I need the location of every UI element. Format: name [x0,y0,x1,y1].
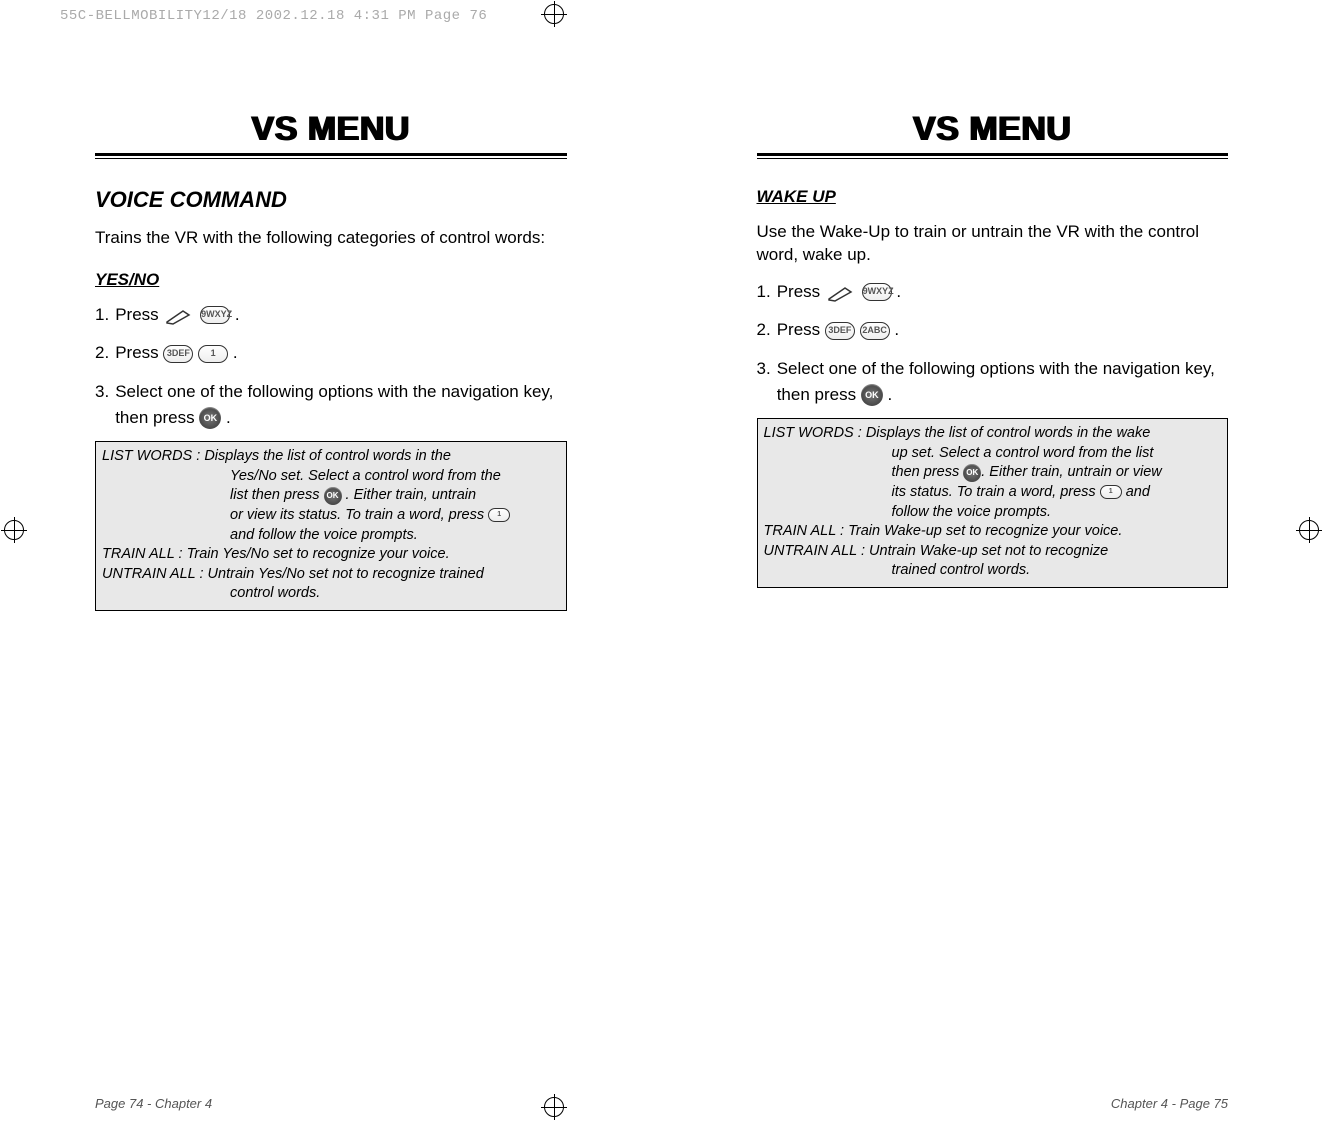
info-box: LIST WORDS : Displays the list of contro… [95,441,567,611]
divider [95,153,567,156]
text: and follow the voice prompts. [102,526,560,546]
page-footer: Chapter 4 - Page 75 [1111,1096,1228,1111]
divider [757,153,1229,156]
text: control words. [102,584,560,604]
keypad-2-icon: 2ABC [860,322,890,340]
step-text: Press [777,282,820,301]
label: LIST WORDS : [102,448,200,464]
text: follow the voice prompts. [764,503,1222,523]
ok-button-icon: OK [199,407,221,429]
keypad-1-icon: 1 [1100,485,1122,499]
text: and [1122,484,1150,500]
step-1: 1. Press 9WXYZ . [757,279,1229,305]
text: Yes/No set. Select a control word from t… [102,467,560,487]
slug-line: 55C-BELLMOBILITY12/18 2002.12.18 4:31 PM… [60,8,487,24]
text-row: then press OK. Either train, untrain or … [764,463,1222,483]
divider [95,158,567,159]
ok-button-icon: OK [324,487,342,505]
period: . [896,282,901,301]
train-all-row: TRAIN ALL : Train Wake-up set to recogni… [764,522,1222,542]
step-text: Press [115,305,158,324]
subsection-heading: WAKE UP [757,187,1229,207]
step-2: 2. Press 3DEF 2ABC . [757,317,1229,343]
period: . [235,305,240,324]
keypad-9-icon: 9WXYZ [200,306,230,324]
page-title: VS MENU [757,110,1229,149]
pencil-icon [165,307,193,323]
keypad-1-icon: 1 [488,508,510,522]
ok-button-icon: OK [963,464,981,482]
keypad-3-icon: 3DEF [825,322,855,340]
text: . Either train, untrain [342,487,477,503]
step-number: 1. [95,302,109,328]
page-title: VS MENU [95,110,567,149]
step-3: 3. Select one of the following options w… [95,379,567,432]
ok-button-icon: OK [861,384,883,406]
text-row: its status. To train a word, press 1 and [764,483,1222,503]
untrain-all-row: UNTRAIN ALL : Untrain Yes/No set not to … [102,565,560,585]
page-footer: Page 74 - Chapter 4 [95,1096,212,1111]
keypad-1-icon: 1 [198,345,228,363]
step-number: 3. [757,356,771,382]
step-1: 1. Press 9WXYZ . [95,302,567,328]
intro-text: Use the Wake-Up to train or untrain the … [757,221,1229,267]
text: or view its status. To train a word, pre… [230,507,488,523]
intro-text: Trains the VR with the following categor… [95,227,567,250]
text-row: or view its status. To train a word, pre… [102,506,560,526]
period: . [226,408,231,427]
text: . Either train, untrain or view [981,464,1162,480]
text: Displays the list of control words in th… [866,425,1151,441]
untrain-all-row: UNTRAIN ALL : Untrain Wake-up set not to… [764,542,1222,562]
subsection-heading: YES/NO [95,270,567,290]
info-box: LIST WORDS : Displays the list of contro… [757,418,1229,588]
text: list then press [230,487,324,503]
label: LIST WORDS : [764,425,862,441]
step-text: Press [115,343,158,362]
step-2: 2. Press 3DEF 1 . [95,340,567,366]
text: Displays the list of control words in th… [204,448,451,464]
pencil-icon [827,284,855,300]
step-number: 1. [757,279,771,305]
train-all-row: TRAIN ALL : Train Yes/No set to recogniz… [102,545,560,565]
text: its status. To train a word, press [892,484,1100,500]
step-text: Select one of the following options with… [115,382,553,427]
text-row: list then press OK . Either train, untra… [102,486,560,506]
period: . [888,385,893,404]
text: up set. Select a control word from the l… [764,444,1222,464]
section-heading: VOICE COMMAND [95,187,567,213]
text: trained control words. [764,561,1222,581]
page-right: VS MENU WAKE UP Use the Wake-Up to train… [757,110,1229,1061]
registration-mark-icon [544,4,564,24]
step-3: 3. Select one of the following options w… [757,356,1229,409]
registration-mark-icon [4,520,24,540]
step-text: Select one of the following options with… [777,359,1215,404]
keypad-9-icon: 9WXYZ [862,283,892,301]
text: then press [892,464,964,480]
step-number: 2. [757,317,771,343]
list-words-row: LIST WORDS : Displays the list of contro… [102,447,560,467]
keypad-3-icon: 3DEF [163,345,193,363]
registration-mark-icon [544,1097,564,1117]
step-number: 3. [95,379,109,405]
period: . [894,320,899,339]
step-text: Press [777,320,820,339]
step-number: 2. [95,340,109,366]
page-left: VS MENU VOICE COMMAND Trains the VR with… [95,110,567,1061]
registration-mark-icon [1299,520,1319,540]
period: . [233,343,238,362]
list-words-row: LIST WORDS : Displays the list of contro… [764,424,1222,444]
divider [757,158,1229,159]
